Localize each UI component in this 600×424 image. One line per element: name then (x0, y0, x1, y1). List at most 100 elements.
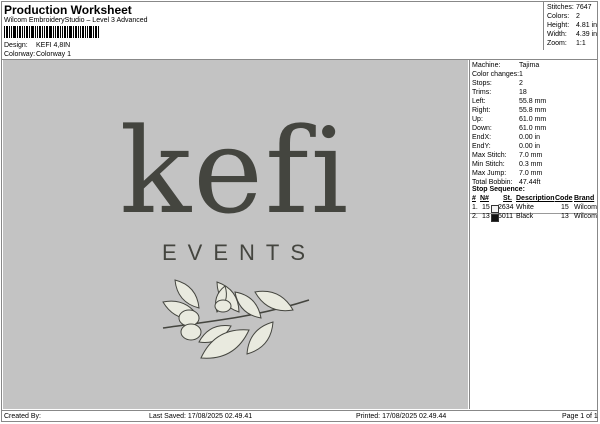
barcode (4, 26, 100, 38)
machine-info-value: 61.0 mm (519, 116, 547, 123)
machine-info-value: 55.8 mm (519, 107, 547, 114)
barcode-bar (98, 26, 99, 38)
machine-info-value: 0.3 mm (519, 161, 543, 168)
barcode-bar (87, 26, 88, 38)
barcode-bar (35, 26, 36, 38)
olive-fruit (178, 309, 200, 327)
design-preview: kefi EVENTS (3, 60, 468, 409)
wordmark-text: kefi (120, 102, 351, 240)
machine-info-label: Color changes: (472, 71, 520, 78)
barcode-bar (60, 26, 61, 38)
machine-info-label: Up: (472, 116, 483, 123)
col-hash: # (472, 195, 476, 202)
machine-info-value: 2 (519, 80, 523, 87)
machine-info-label: Total Bobbin: (472, 179, 513, 186)
barcode-bar (55, 26, 56, 38)
software-subtitle: Wilcom EmbroideryStudio – Level 3 Advanc… (4, 17, 148, 24)
thread-color-swatch (491, 214, 499, 222)
stop-needle: 13 (482, 213, 490, 220)
barcode-bar (69, 26, 72, 38)
height-value: 4.81 in (576, 22, 598, 29)
stitches-value: 7647 (576, 4, 592, 11)
barcode-bar (29, 26, 30, 38)
machine-info-label: Machine: (472, 62, 501, 69)
barcode-bar (37, 26, 38, 38)
machine-info-label: Down: (472, 125, 492, 132)
barcode-bar (67, 26, 68, 38)
olive-branch-icon (162, 279, 310, 359)
machine-info-panel: Machine: Tajima Color changes: 1 Stops: 2 Trim… (469, 60, 598, 409)
barcode-bar (53, 26, 54, 38)
barcode-bar (31, 26, 34, 38)
design-value: KEFI 4,8IN (36, 42, 71, 49)
barcode-bar (64, 26, 66, 38)
machine-info-value: Tajima (519, 62, 540, 69)
barcode-bar (62, 26, 63, 38)
zoom-label: Zoom: (547, 40, 567, 47)
barcode-bar (11, 26, 12, 38)
machine-info-value: 0.00 in (519, 143, 541, 150)
width-value: 4.39 in (576, 31, 598, 38)
design-stats: Stitches: 7647 Colors: 2 Height: 4.81 in… (543, 2, 598, 50)
barcode-bar (73, 26, 74, 38)
stop-description: Black (516, 213, 534, 220)
barcode-bar (46, 26, 48, 38)
col-brand: Brand (574, 195, 595, 202)
machine-info-label: EndY: (472, 143, 491, 150)
machine-info-value: 0.00 in (519, 134, 541, 141)
barcode-bar (95, 26, 97, 38)
barcode-bar (9, 26, 10, 38)
page-number: Page 1 of 1 (562, 413, 598, 420)
zoom-value: 1:1 (576, 40, 586, 47)
machine-info-value: 7.0 mm (519, 152, 543, 159)
machine-info-value: 7.0 mm (519, 170, 543, 177)
stop-code: 15 (561, 204, 569, 211)
barcode-bar (19, 26, 21, 38)
barcode-bar (57, 26, 59, 38)
thread-color-swatch (491, 205, 499, 213)
stop-stitches: 5011 (498, 213, 514, 220)
printed-date: Printed: 17/08/2025 02.49.44 (356, 413, 447, 420)
machine-info-label: Max Stitch: (472, 152, 507, 159)
col-code: Code (555, 195, 573, 202)
tagline-text: EVENTS (162, 240, 316, 265)
machine-info-label: Left: (472, 98, 486, 105)
barcode-bar (24, 26, 25, 38)
col-description: Description (516, 195, 555, 202)
machine-info-value: 47.44ft (519, 179, 541, 186)
barcode-bar (80, 26, 81, 38)
machine-info-label: Max Jump: (472, 170, 507, 177)
last-saved: Last Saved: 17/08/2025 02.49.41 (149, 413, 253, 420)
colors-label: Colors: (547, 13, 570, 20)
barcode-bar (85, 26, 86, 38)
barcode-bar (82, 26, 84, 38)
footer: Created By: Last Saved: 17/08/2025 02.49… (2, 410, 598, 423)
olive-fruit (180, 323, 202, 341)
width-label: Width: (547, 31, 567, 38)
olive-leaf (246, 321, 274, 355)
barcode-bar (13, 26, 16, 38)
machine-info-label: Min Stitch: (472, 161, 505, 168)
height-label: Height: (547, 22, 570, 29)
barcode-bar (44, 26, 45, 38)
stop-needle: 15 (482, 204, 490, 211)
stop-brand: Wilcom (574, 213, 597, 220)
stop-stitches: 2634 (498, 204, 514, 211)
barcode-bar (26, 26, 28, 38)
machine-info-label: Right: (472, 107, 491, 114)
barcode-bar (39, 26, 41, 38)
machine-info-label: Stops: (472, 80, 492, 87)
stitches-label: Stitches: (547, 4, 574, 11)
barcode-bar (4, 26, 5, 38)
barcode-bar (89, 26, 92, 38)
machine-info-value: 1 (519, 71, 523, 78)
stop-code: 13 (561, 213, 569, 220)
barcode-bar (93, 26, 94, 38)
machine-info-value: 61.0 mm (519, 125, 547, 132)
colorway-label: Colorway: (4, 51, 36, 58)
barcode-bar (78, 26, 79, 38)
machine-info-label: EndX: (472, 134, 492, 141)
col-st: St. (503, 195, 512, 202)
machine-info-value: 18 (519, 89, 527, 96)
machine-info-value: 55.8 mm (519, 98, 547, 105)
